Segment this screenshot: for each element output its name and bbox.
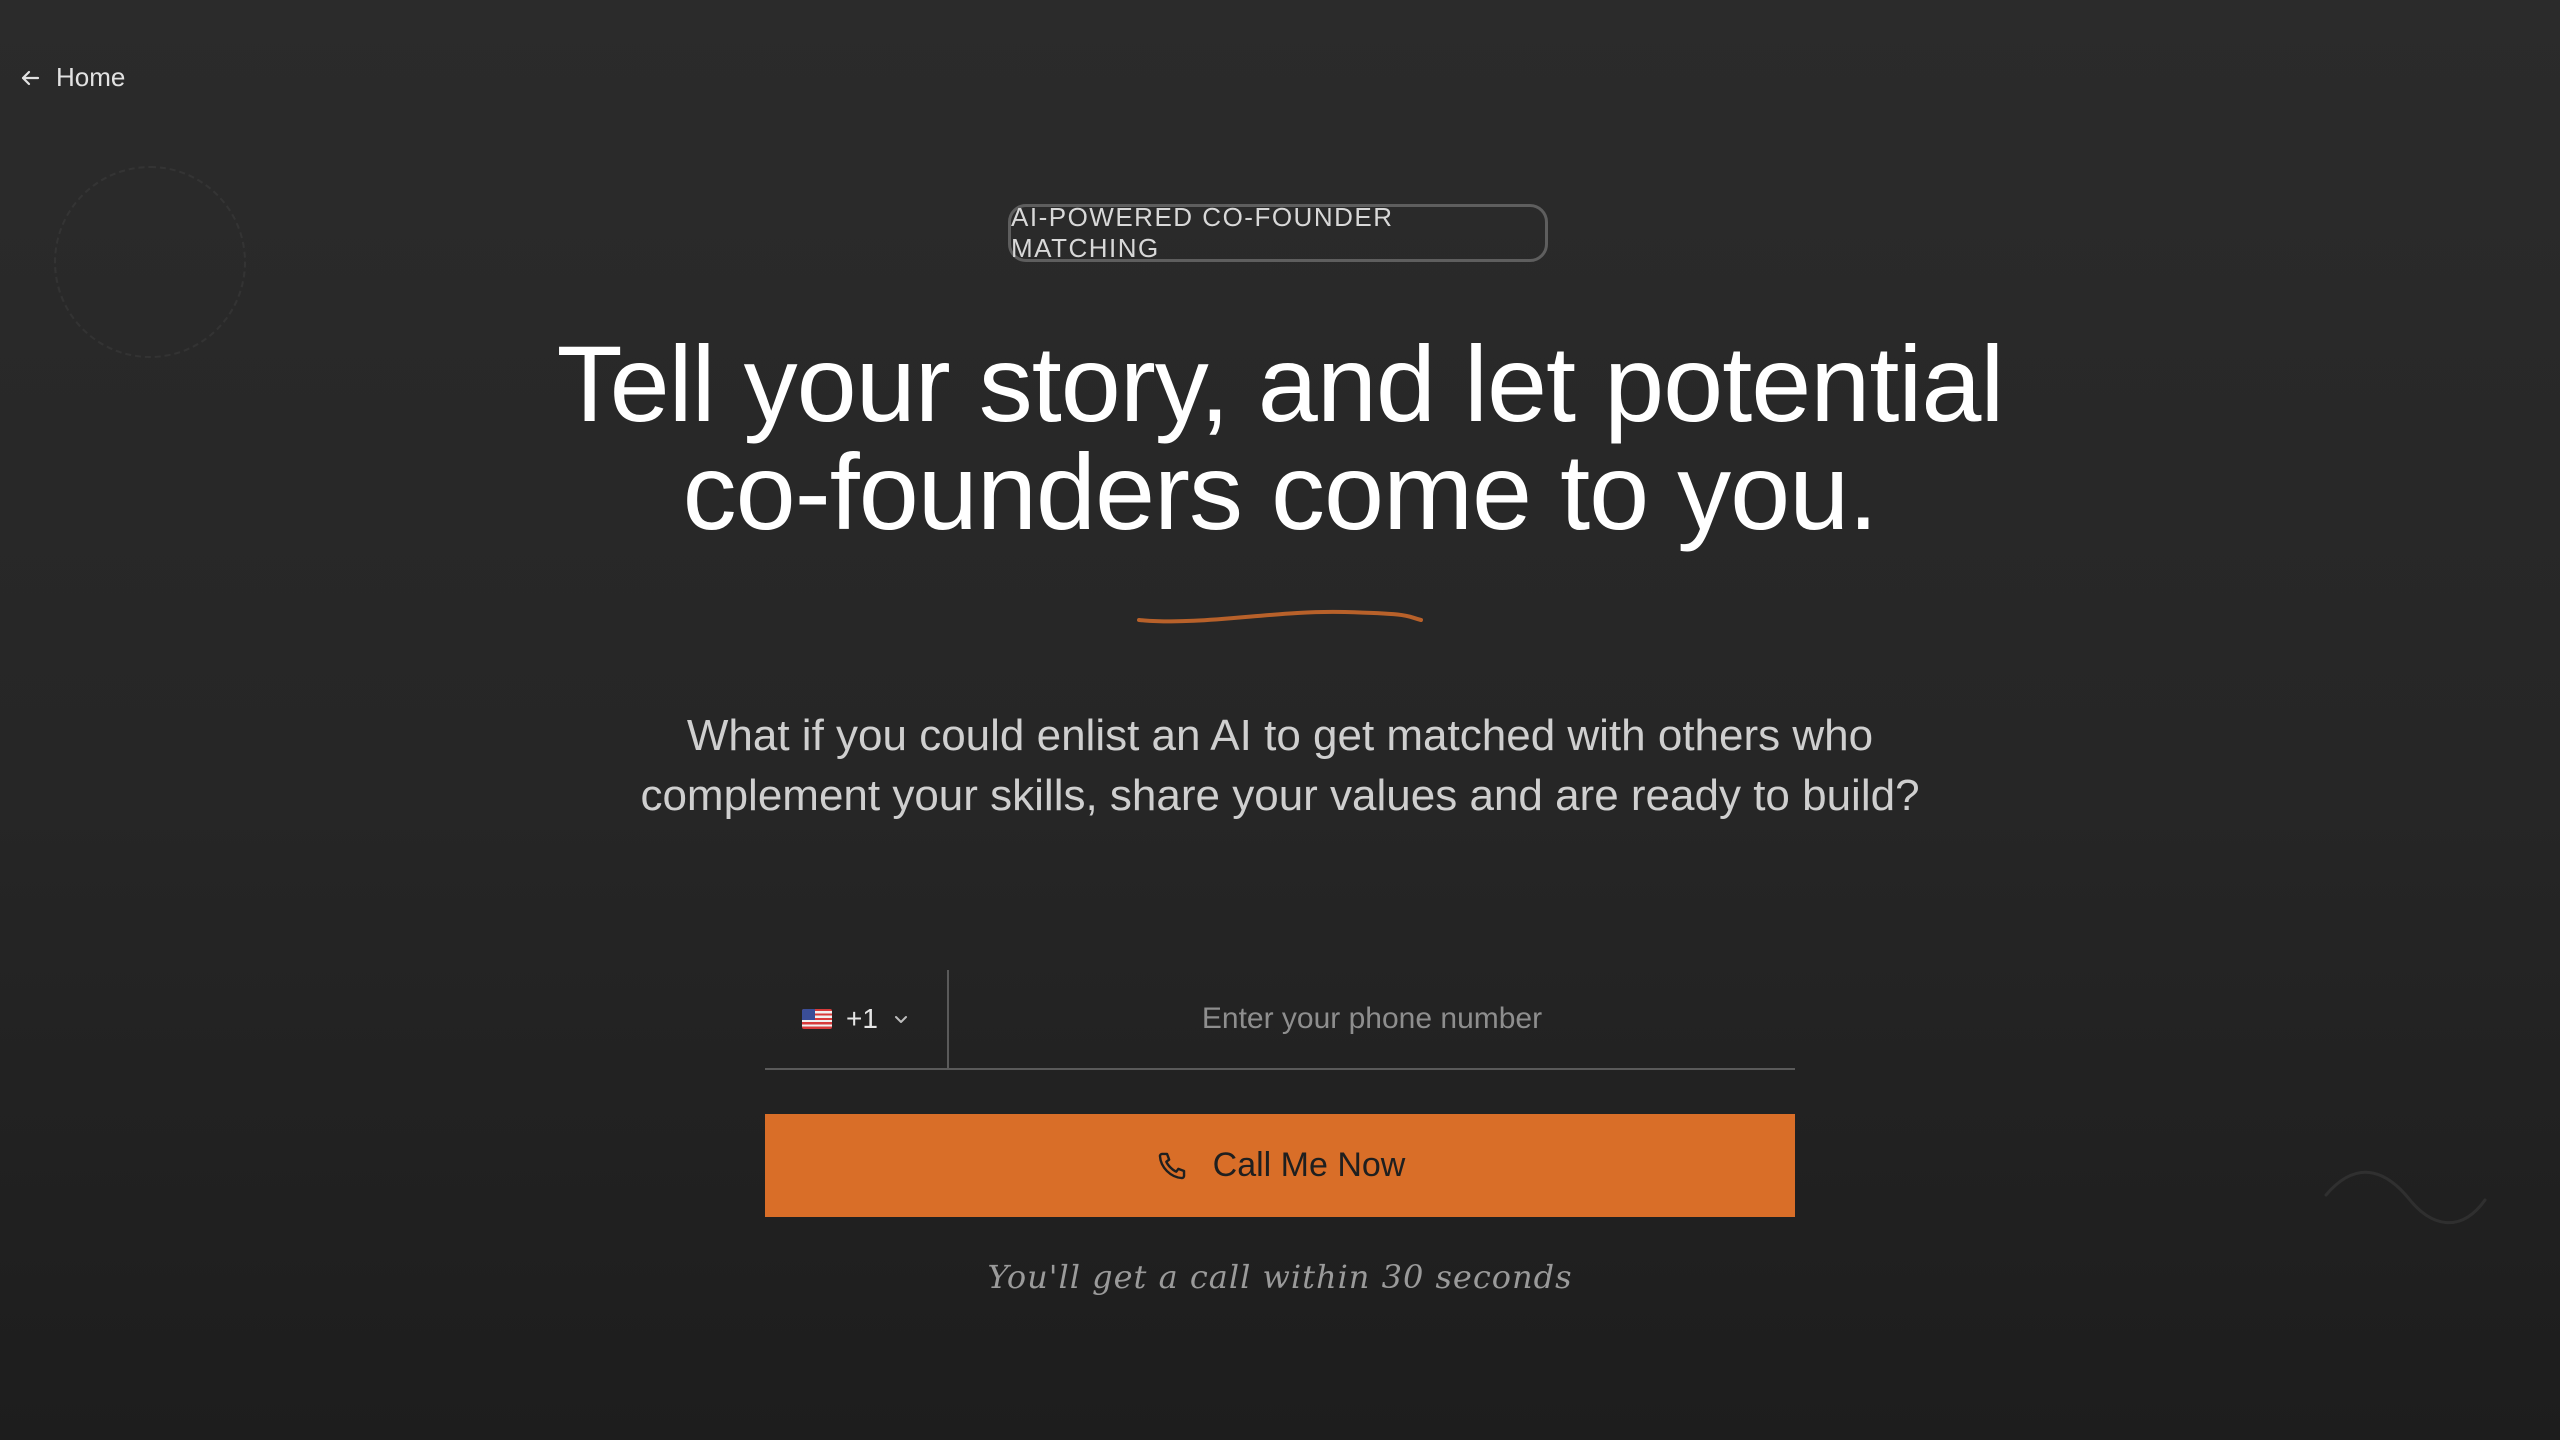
country-code-select[interactable]: +1 xyxy=(765,970,949,1068)
phone-icon xyxy=(1158,1152,1185,1179)
headline-line-2: co-founders come to you. xyxy=(682,431,1879,552)
decorative-dashed-circle xyxy=(54,166,246,358)
feature-badge: AI-POWERED CO-FOUNDER MATCHING xyxy=(1008,202,1548,263)
decorative-squiggle xyxy=(2324,1170,2487,1225)
call-me-now-label: Call Me Now xyxy=(1212,1146,1406,1184)
hero-subtitle: What if you could enlist an AI to get ma… xyxy=(480,706,2080,826)
subtitle-line-2: complement your skills, share your value… xyxy=(640,771,1920,820)
phone-number-form: +1 xyxy=(765,970,1795,1070)
country-code-value: +1 xyxy=(846,1003,878,1034)
call-me-now-button[interactable]: Call Me Now xyxy=(765,1114,1795,1217)
headline-line-1: Tell your story, and let potential xyxy=(556,323,2005,444)
chevron-down-icon xyxy=(894,1016,907,1023)
home-link-label: Home xyxy=(56,62,126,92)
arrow-left-icon xyxy=(21,70,40,85)
decorative-underline xyxy=(1137,609,1423,624)
home-link[interactable]: Home xyxy=(18,62,125,93)
subtitle-line-1: What if you could enlist an AI to get ma… xyxy=(686,711,1874,760)
phone-number-input[interactable] xyxy=(949,970,1795,1068)
page-headline: Tell your story, and let potential co-fo… xyxy=(280,330,2280,546)
us-flag-icon xyxy=(802,1009,833,1029)
call-timing-note: You'll get a call within 30 seconds xyxy=(987,1258,1573,1296)
